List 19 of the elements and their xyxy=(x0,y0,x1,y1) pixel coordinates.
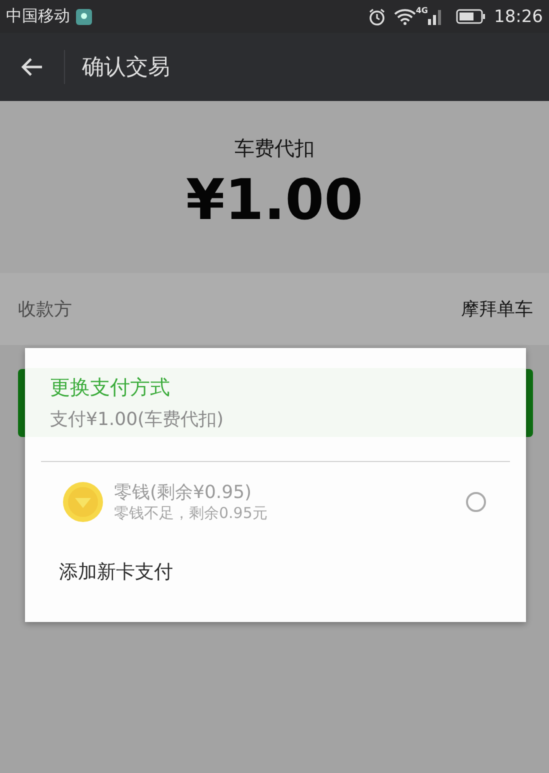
clock-time: 18:26 xyxy=(494,6,543,26)
payment-purpose: 车费代扣 xyxy=(234,135,314,162)
payee-label: 收款方 xyxy=(18,298,72,321)
alarm-icon xyxy=(368,8,386,26)
signal-icon xyxy=(428,8,442,24)
option-name: 零钱(剩余¥0.95) xyxy=(114,481,253,504)
page-title: 确认交易 xyxy=(82,54,170,82)
wifi-icon xyxy=(394,8,416,24)
network-type: 4G xyxy=(416,6,428,15)
add-card-button[interactable]: 添加新卡支付 xyxy=(59,559,173,585)
option-note: 零钱不足，剩余0.95元 xyxy=(114,504,268,523)
battery-icon xyxy=(456,9,486,24)
back-icon xyxy=(20,57,44,77)
dialog-subtitle: 支付¥1.00(车费代扣) xyxy=(50,408,225,431)
carrier-name: 中国移动 xyxy=(6,6,70,27)
payee-name: 摩拜单车 xyxy=(461,298,533,321)
dialog-title: 更换支付方式 xyxy=(50,374,171,401)
payment-amount: ¥1.00 xyxy=(186,168,364,233)
diamond-coin-icon xyxy=(62,480,104,522)
